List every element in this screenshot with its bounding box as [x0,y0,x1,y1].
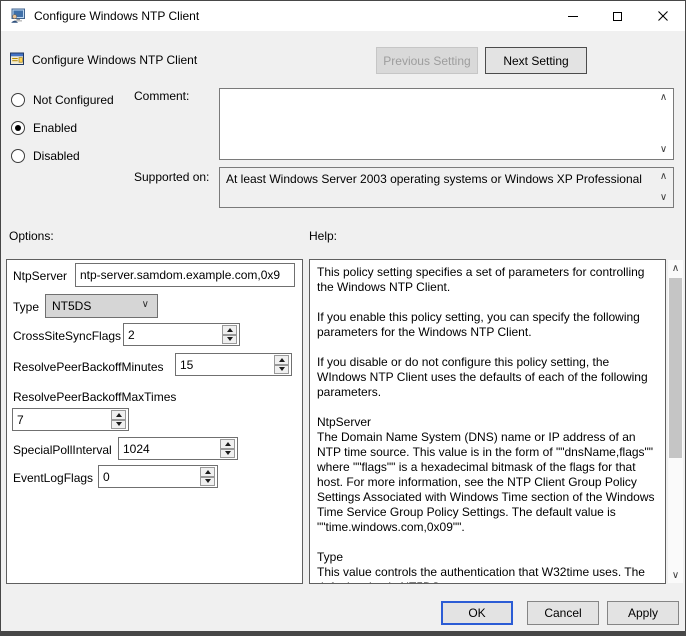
spin-down-button[interactable] [222,334,237,344]
spin-up-icon [226,327,233,332]
ntpserver-input[interactable] [75,263,295,287]
minimize-icon [567,15,578,17]
help-paragraph: NtpServer The Domain Name System (DNS) n… [317,415,655,534]
radio-disabled-label: Disabled [33,149,80,163]
type-label: Type [13,300,40,314]
policy-setting-icon [10,52,24,65]
radio-enabled-circle[interactable] [11,121,25,135]
type-dropdown[interactable]: NT5DS ∨ [45,294,158,318]
radio-disabled[interactable]: Disabled [11,149,80,163]
spin-down-button[interactable] [220,448,235,458]
supported-on-label: Supported on: [134,170,210,184]
ntpserver-label: NtpServer [13,269,68,283]
spin-up-button[interactable] [274,355,289,365]
chevron-down-icon: ∨ [141,299,149,310]
apply-button[interactable]: Apply [607,601,679,625]
comment-scroll-down-icon[interactable]: ∨ [656,143,671,157]
spin-up-button[interactable] [222,325,237,335]
type-dropdown-value: NT5DS [52,299,92,313]
eventlogflags-label: EventLogFlags [13,471,94,485]
close-button[interactable] [640,1,685,31]
radio-not-configured-circle[interactable] [11,93,25,107]
supported-on-value: At least Windows Server 2003 operating s… [226,172,642,186]
help-paragraph: This policy setting specifies a set of p… [317,265,645,294]
specialpollinterval-spinner [220,438,236,459]
group-policy-app-icon [11,8,25,23]
options-section-label: Options: [9,229,54,243]
help-paragraph: Type This value controls the authenticat… [317,550,645,583]
spin-down-icon [278,367,285,372]
comment-scroll-up-icon[interactable]: ∧ [656,91,671,105]
spin-up-icon [278,357,285,362]
dialog-configure-windows-ntp-client: Configure Windows NTP Client Configure W… [0,0,686,636]
spin-up-button[interactable] [111,410,126,420]
resolvepeerbackoffminutes-spinner [274,354,290,375]
cancel-button[interactable]: Cancel [527,601,599,625]
spin-down-icon [224,451,231,456]
scrollbar-thumb[interactable] [669,278,682,458]
comment-input[interactable]: ∧ ∨ [219,88,674,160]
help-scrollbar[interactable]: ∧ ∨ [668,260,683,583]
spin-up-icon [204,469,211,474]
resolvepeerbackoffmaxtimes-spinner [111,409,127,430]
spin-down-icon [204,479,211,484]
next-setting-button[interactable]: Next Setting [485,47,587,74]
spin-up-button[interactable] [220,439,235,449]
window-controls [550,1,685,31]
spin-down-button[interactable] [274,364,289,374]
help-text-box[interactable]: This policy setting specifies a set of p… [309,259,666,584]
maximize-button[interactable] [595,1,640,31]
specialpollinterval-label: SpecialPollInterval [13,443,112,457]
spin-up-button[interactable] [200,467,215,477]
crosssitesyncflags-label: CrossSiteSyncFlags [13,329,122,343]
help-paragraph: If you enable this policy setting, you c… [317,310,640,339]
supported-scroll-up-icon[interactable]: ∧ [656,170,671,184]
radio-disabled-circle[interactable] [11,149,25,163]
close-icon [657,11,668,21]
previous-setting-button[interactable]: Previous Setting [376,47,478,74]
spin-down-icon [226,337,233,342]
supported-on-box: At least Windows Server 2003 operating s… [219,167,674,208]
supported-scroll-down-icon[interactable]: ∨ [656,191,671,205]
ok-button[interactable]: OK [441,601,513,625]
help-section-label: Help: [309,229,338,243]
minimize-button[interactable] [550,1,595,31]
title-bar[interactable]: Configure Windows NTP Client [1,1,685,31]
radio-not-configured[interactable]: Not Configured [11,93,114,107]
radio-enabled-label: Enabled [33,121,78,135]
spin-up-icon [224,441,231,446]
spin-down-icon [115,422,122,427]
resolvepeerbackoffmaxtimes-label: ResolvePeerBackoffMaxTimes [13,390,177,404]
spin-up-icon [115,412,122,417]
radio-enabled[interactable]: Enabled [11,121,77,135]
eventlogflags-spinner [200,466,216,487]
scroll-down-icon[interactable]: ∨ [668,567,683,583]
scroll-up-icon[interactable]: ∧ [668,260,683,276]
help-paragraph: If you disable or do not configure this … [317,355,648,399]
window-title: Configure Windows NTP Client [34,9,200,23]
policy-setting-title: Configure Windows NTP Client [32,53,198,67]
radio-not-configured-label: Not Configured [33,93,114,107]
spin-down-button[interactable] [200,476,215,486]
crosssitesyncflags-spinner [222,324,238,345]
comment-label: Comment: [134,89,190,103]
resolvepeerbackoffminutes-label: ResolvePeerBackoffMinutes [13,360,164,374]
spin-down-button[interactable] [111,419,126,429]
maximize-icon [613,11,622,21]
